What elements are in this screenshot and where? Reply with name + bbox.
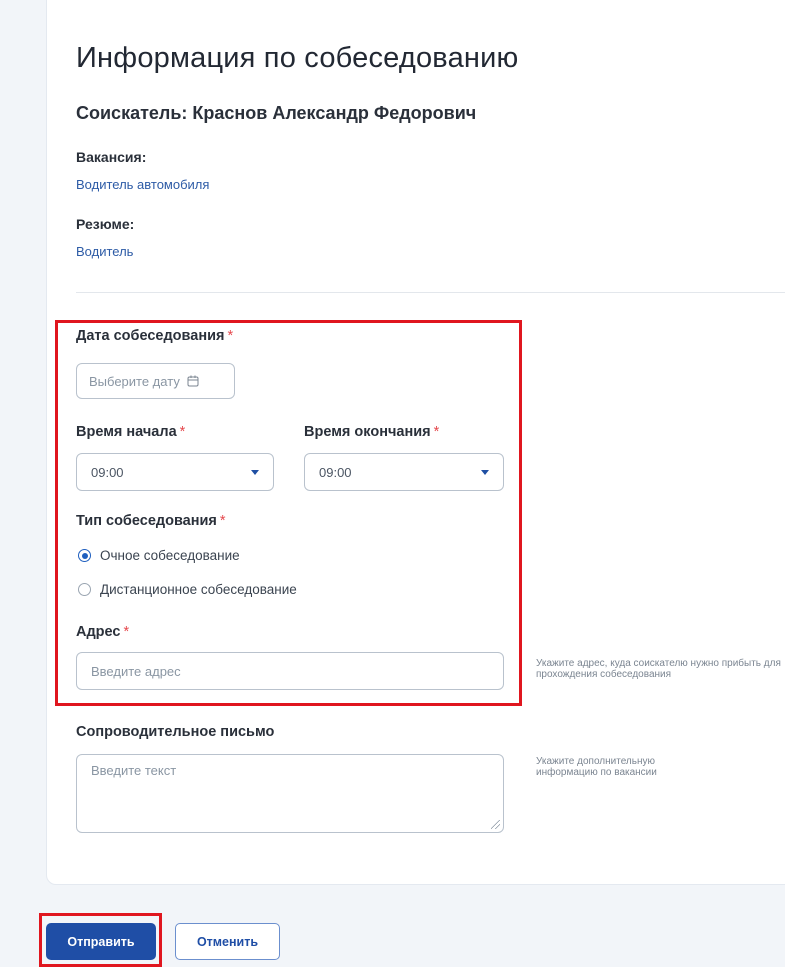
radio-remote-label: Дистанционное собеседование — [100, 582, 297, 597]
radio-unselected-icon — [78, 583, 91, 596]
interview-type-label: Тип собеседования * — [76, 513, 226, 529]
radio-selected-icon — [78, 549, 91, 562]
address-label: Адрес * — [76, 624, 130, 640]
page-title: Информация по собеседованию — [76, 42, 519, 74]
address-input[interactable]: Введите адрес — [76, 652, 504, 690]
vacancy-label: Вакансия: — [76, 149, 147, 165]
address-placeholder: Введите адрес — [91, 663, 181, 679]
radio-remote[interactable]: Дистанционное собеседование — [78, 582, 297, 597]
chevron-down-icon — [481, 469, 489, 475]
end-time-label: Время окончания * — [304, 424, 440, 440]
start-time-select[interactable]: 09:00 — [76, 453, 274, 491]
cover-letter-placeholder: Введите текст — [91, 763, 177, 778]
end-time-select[interactable]: 09:00 — [304, 453, 504, 491]
date-picker-input[interactable]: Выберите дату — [76, 363, 235, 399]
date-label: Дата собеседования * — [76, 328, 234, 344]
chevron-down-icon — [251, 469, 259, 475]
submit-button[interactable]: Отправить — [46, 923, 156, 960]
cover-letter-hint: Укажите дополнительную информацию по вак… — [536, 756, 657, 778]
resize-handle-icon[interactable] — [491, 820, 500, 829]
resume-label: Резюме: — [76, 216, 135, 232]
section-divider — [76, 292, 785, 293]
address-hint: Укажите адрес, куда соискателю нужно при… — [536, 658, 781, 680]
cover-letter-label: Сопроводительное письмо — [76, 724, 275, 740]
start-time-value: 09:00 — [91, 464, 124, 480]
end-time-value: 09:00 — [319, 464, 352, 480]
resume-link[interactable]: Водитель — [76, 244, 133, 259]
radio-in-person-label: Очное собеседование — [100, 548, 240, 563]
radio-in-person[interactable]: Очное собеседование — [78, 548, 240, 563]
cover-letter-textarea[interactable]: Введите текст — [76, 754, 504, 833]
calendar-icon — [187, 375, 199, 387]
cancel-button[interactable]: Отменить — [175, 923, 280, 960]
date-placeholder: Выберите дату — [89, 373, 180, 389]
vacancy-link[interactable]: Водитель автомобиля — [76, 177, 209, 192]
start-time-label: Время начала * — [76, 424, 186, 440]
applicant-name: Соискатель: Краснов Александр Федорович — [76, 103, 477, 123]
